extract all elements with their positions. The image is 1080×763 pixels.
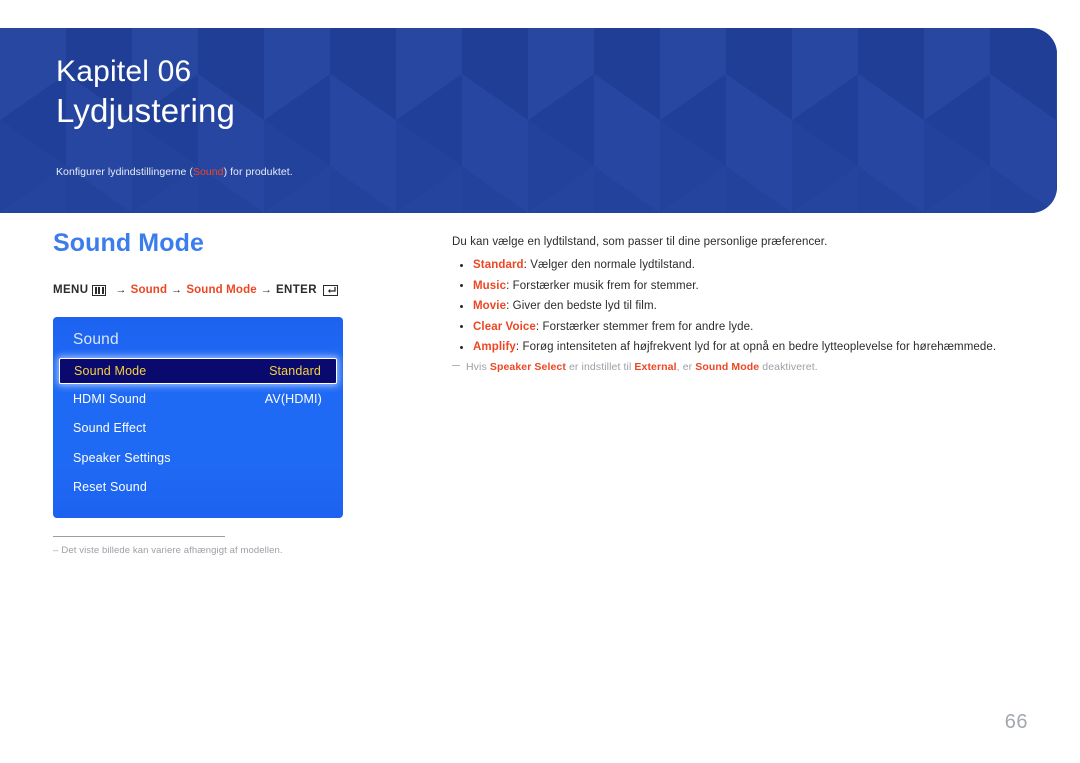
osd-menu-list: Sound Mode Standard HDMI Sound AV(HDMI) … <box>53 358 343 502</box>
bullet-text: : Vælger den normale lydtilstand. <box>523 259 696 271</box>
list-item: Clear Voice: Forstærker stemmer frem for… <box>452 319 1052 335</box>
intro-paragraph: Du kan vælge en lydtilstand, som passer … <box>452 236 828 248</box>
osd-item-value: Standard <box>269 364 321 378</box>
note-part-4: deaktiveret. <box>759 360 818 373</box>
chapter-banner: Kapitel 06 Lydjustering Konfigurer lydin… <box>0 28 1057 213</box>
osd-menu-panel: Sound Sound Mode Standard HDMI Sound AV(… <box>53 317 343 518</box>
bullet-text: : Forstærker musik frem for stemmer. <box>506 279 699 292</box>
note-part-2: er indstillet til <box>565 360 635 373</box>
page-title: Sound Mode <box>53 229 204 257</box>
note-part-1: Hvis <box>466 360 490 373</box>
osd-item-label: HDMI Sound <box>73 391 147 406</box>
footnote-dash: – <box>53 545 59 556</box>
left-footnote-block: – Det viste billede kan variere afhængigt… <box>53 536 353 557</box>
menu-path-arrow-3: → <box>260 284 272 296</box>
bullet-keyword: Amplify <box>473 341 516 353</box>
bullet-text: : Forøg intensiteten af højfrekvent lyd … <box>515 341 997 353</box>
menu-path-breadcrumb: MENU → Sound → Sound Mode → ENTER <box>53 284 433 296</box>
document-page: Kapitel 06 Lydjustering Konfigurer lydin… <box>0 0 1080 763</box>
osd-item-speaker-settings[interactable]: Speaker Settings <box>53 443 343 473</box>
osd-item-label: Reset Sound <box>73 480 147 495</box>
osd-item-hdmi-sound[interactable]: HDMI Sound AV(HDMI) <box>53 384 343 414</box>
bullet-keyword: Standard <box>473 259 524 271</box>
bullet-list: Standard: Vælger den normale lydtilstand… <box>452 257 1052 355</box>
osd-item-label: Sound Effect <box>73 421 147 436</box>
left-footnote: – Det viste billede kan variere afhængigt… <box>53 545 353 557</box>
osd-panel-title: Sound <box>73 331 119 348</box>
note-keyword-external: External <box>634 360 677 373</box>
osd-item-value: AV(HDMI) <box>264 391 322 406</box>
menu-bars-icon <box>92 284 107 296</box>
bullet-keyword: Movie <box>473 300 507 312</box>
osd-item-label: Speaker Settings <box>73 450 171 465</box>
left-column: Sound Mode MENU → Sound → Sound Mode → E… <box>53 228 433 296</box>
list-item: Amplify: Forøg intensiteten af højfrekve… <box>452 339 1052 355</box>
bullet-keyword: Music <box>473 279 507 292</box>
list-item: Movie: Giver den bedste lyd til film. <box>452 298 1052 314</box>
content-note: Hvis Speaker Select er indstillet til Ex… <box>452 360 1052 375</box>
bullet-text: : Giver den bedste lyd til film. <box>506 300 657 312</box>
menu-path-step-sound-mode: Sound Mode <box>186 284 257 296</box>
bullet-text: : Forstærker stemmer frem for andre lyde… <box>535 320 754 333</box>
osd-item-reset-sound[interactable]: Reset Sound <box>53 473 343 503</box>
chapter-title: Lydjustering <box>56 92 236 129</box>
menu-path-menu-label: MENU <box>53 284 89 296</box>
chapter-description-suffix: ) for produktet. <box>223 166 293 178</box>
note-keyword-speaker-select: Speaker Select <box>489 360 566 373</box>
page-number: 66 <box>1004 711 1028 733</box>
bullet-keyword: Clear Voice <box>473 320 536 333</box>
chapter-description-prefix: Konfigurer lydindstillingerne ( <box>56 166 193 178</box>
menu-path-arrow-1: → <box>115 284 127 296</box>
list-item: Music: Forstærker musik frem for stemmer… <box>452 278 1052 294</box>
menu-path-arrow-2: → <box>171 284 183 296</box>
chapter-description: Konfigurer lydindstillingerne (Sound) fo… <box>56 165 1057 179</box>
footnote-divider <box>53 536 225 537</box>
chapter-description-keyword: Sound <box>192 166 224 178</box>
chapter-label: Kapitel 06 <box>56 55 192 88</box>
list-item: Standard: Vælger den normale lydtilstand… <box>452 257 1052 273</box>
note-part-3: , er <box>676 360 696 373</box>
menu-path-step-sound: Sound <box>130 284 168 296</box>
note-keyword-sound-mode: Sound Mode <box>695 360 760 373</box>
right-column: Du kan vælge en lydtilstand, som passer … <box>452 234 1052 375</box>
osd-item-sound-mode[interactable]: Sound Mode Standard <box>59 358 337 384</box>
footnote-text: Det viste billede kan variere afhængigt … <box>61 545 283 556</box>
osd-item-label: Sound Mode <box>74 364 147 378</box>
osd-item-sound-effect[interactable]: Sound Effect <box>53 414 343 444</box>
enter-key-icon <box>322 284 338 296</box>
menu-path-enter-label: ENTER <box>275 284 317 296</box>
